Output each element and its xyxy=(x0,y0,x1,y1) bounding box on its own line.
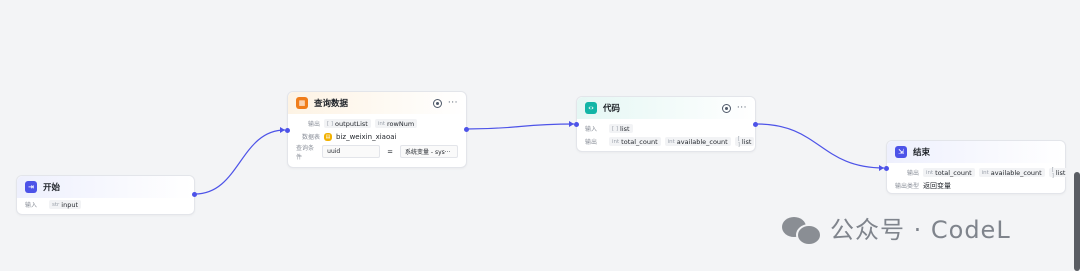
node-code-outputs: 输出 int total_count int available_count [… xyxy=(577,135,755,148)
node-end-header: ⇲ 结束 xyxy=(887,141,1065,163)
node-code[interactable]: ‹› 代码 ··· 输入 [ ] list 输出 int total_count… xyxy=(574,96,758,152)
variable-tag: [ ] list xyxy=(734,136,755,148)
node-query-title: 查询数据 xyxy=(314,99,349,109)
variable-tag: [ ] list xyxy=(1048,167,1069,179)
vertical-scrollbar[interactable] xyxy=(1074,172,1080,271)
cond-field-input[interactable]: uuid xyxy=(322,145,381,158)
edge-query-code xyxy=(466,123,575,130)
input-port[interactable] xyxy=(884,166,889,171)
node-code-title: 代码 xyxy=(603,104,621,114)
node-tools: ··· xyxy=(721,103,747,113)
input-port[interactable] xyxy=(285,128,290,133)
db-name: biz_weixin_xiaoai xyxy=(336,132,397,141)
watermark-text: 公众号 · CodeL xyxy=(830,216,1011,244)
output-port[interactable] xyxy=(192,192,197,197)
cond-operator: = xyxy=(387,147,394,156)
db-label: 数据表 xyxy=(301,134,320,141)
output-label: 输出 xyxy=(906,170,919,177)
database-icon: ▦ xyxy=(296,97,308,109)
input-label: 输入 xyxy=(585,126,598,133)
variable-tag: str input xyxy=(49,200,82,209)
input-port[interactable] xyxy=(574,122,579,127)
node-query[interactable]: ▦ 查询数据 ··· 输出 [ ] outputList int rowNum … xyxy=(285,91,469,168)
node-end-outputs: 输出 int total_count int available_count [… xyxy=(887,166,1069,179)
variable-tag: int rowNum xyxy=(374,119,418,128)
node-query-header: ▦ 查询数据 ··· xyxy=(288,92,466,114)
exit-icon: ⇲ xyxy=(895,146,907,158)
run-icon[interactable] xyxy=(432,98,442,108)
node-query-outputs: 输出 [ ] outputList int rowNum xyxy=(288,117,466,130)
cond-value-input[interactable]: 系统变量 - sys··· xyxy=(400,145,458,158)
node-start-header: ⇥ 开始 xyxy=(17,176,194,198)
variable-tag: int total_count xyxy=(609,137,661,146)
node-start-title: 开始 xyxy=(43,183,61,193)
more-icon[interactable]: ··· xyxy=(448,98,458,107)
code-icon: ‹› xyxy=(585,102,597,114)
workflow-canvas[interactable]: ⇥ 开始 输入 str input ▦ 查询数据 ··· 输出 [ ] outp… xyxy=(0,0,1080,271)
variable-tag: int total_count xyxy=(923,168,975,177)
type-label: 输出类型 xyxy=(895,183,920,190)
inputs-label: 输入 xyxy=(25,202,38,209)
node-end-type: 输出类型 返回变量 xyxy=(887,179,1065,192)
table-icon: ▤ xyxy=(324,132,332,141)
edge-code-end xyxy=(756,123,885,169)
output-label: 输出 xyxy=(585,139,598,146)
node-code-header: ‹› 代码 ··· xyxy=(577,97,755,119)
node-query-db: 数据表 ▤ biz_weixin_xiaoai xyxy=(288,130,466,143)
edge-start-query xyxy=(194,129,286,195)
node-start-inputs: 输入 str input xyxy=(17,198,194,211)
start-icon: ⇥ xyxy=(25,181,37,193)
variable-tag: int available_count xyxy=(664,137,731,146)
watermark: 公众号 · CodeL xyxy=(782,210,1011,246)
type-value: 返回变量 xyxy=(923,181,952,190)
variable-tag: [ ] list xyxy=(609,124,633,133)
node-code-inputs: 输入 [ ] list xyxy=(577,122,755,135)
node-end[interactable]: ⇲ 结束 输出 int total_count int available_co… xyxy=(884,140,1069,194)
variable-tag: int available_count xyxy=(978,168,1045,177)
node-tools: ··· xyxy=(432,98,458,108)
cond-label: 查询条件 xyxy=(296,144,315,161)
node-end-title: 结束 xyxy=(913,148,931,158)
output-port[interactable] xyxy=(753,122,758,127)
node-query-condition: 查询条件 uuid = 系统变量 - sys··· xyxy=(288,143,466,161)
more-icon[interactable]: ··· xyxy=(737,103,747,112)
run-icon[interactable] xyxy=(721,103,731,113)
wechat-icon xyxy=(782,213,822,246)
node-start[interactable]: ⇥ 开始 输入 str input xyxy=(16,175,197,215)
output-port[interactable] xyxy=(464,127,469,132)
variable-tag: [ ] outputList xyxy=(324,119,371,128)
output-label: 输出 xyxy=(307,121,320,128)
